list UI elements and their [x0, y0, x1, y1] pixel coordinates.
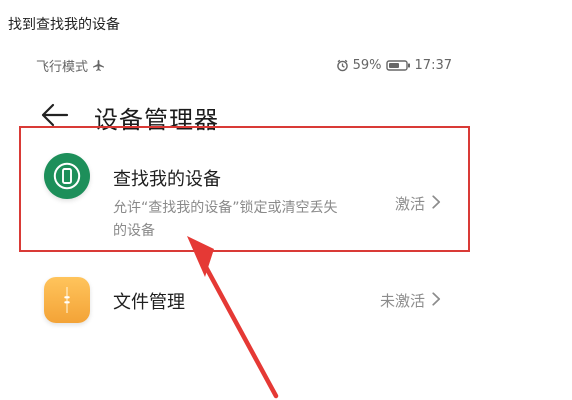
list-item-find-my-device[interactable]: 查找我的设备 允许“查找我的设备”锁定或清空丢失的设备 激活	[0, 153, 572, 253]
find-my-device-description: 允许“查找我的设备”锁定或清空丢失的设备	[113, 200, 338, 239]
file-management-title: 文件管理	[113, 292, 185, 313]
status-time: 17:37	[414, 57, 452, 73]
file-management-icon	[44, 277, 90, 323]
find-my-device-icon	[44, 153, 90, 199]
status-left: 飞行模式	[36, 56, 105, 75]
battery-icon	[385, 59, 411, 72]
status-bar: 飞行模式 59% 17:37	[36, 55, 452, 75]
list-item-file-management[interactable]: 文件管理 未激活	[0, 269, 572, 329]
screenshot-page: 找到查找我的设备 飞行模式 59% 17:37 设备管理器 查找我的设备 允许“…	[0, 0, 572, 400]
find-my-device-status[interactable]: 激活	[395, 193, 441, 214]
alarm-icon	[336, 59, 349, 72]
chevron-right-icon	[432, 194, 441, 213]
tutorial-caption: 找到查找我的设备	[8, 17, 120, 33]
file-management-status-label: 未激活	[379, 292, 425, 310]
airplane-icon	[92, 59, 105, 72]
status-right: 59% 17:37	[336, 58, 452, 73]
chevron-right-icon	[432, 291, 441, 310]
find-my-device-title: 查找我的设备	[113, 169, 221, 190]
file-management-status[interactable]: 未激活	[380, 290, 441, 311]
airplane-mode-label: 飞行模式	[36, 59, 89, 75]
find-my-device-status-label: 激活	[394, 195, 425, 213]
battery-percentage: 59%	[352, 57, 382, 73]
